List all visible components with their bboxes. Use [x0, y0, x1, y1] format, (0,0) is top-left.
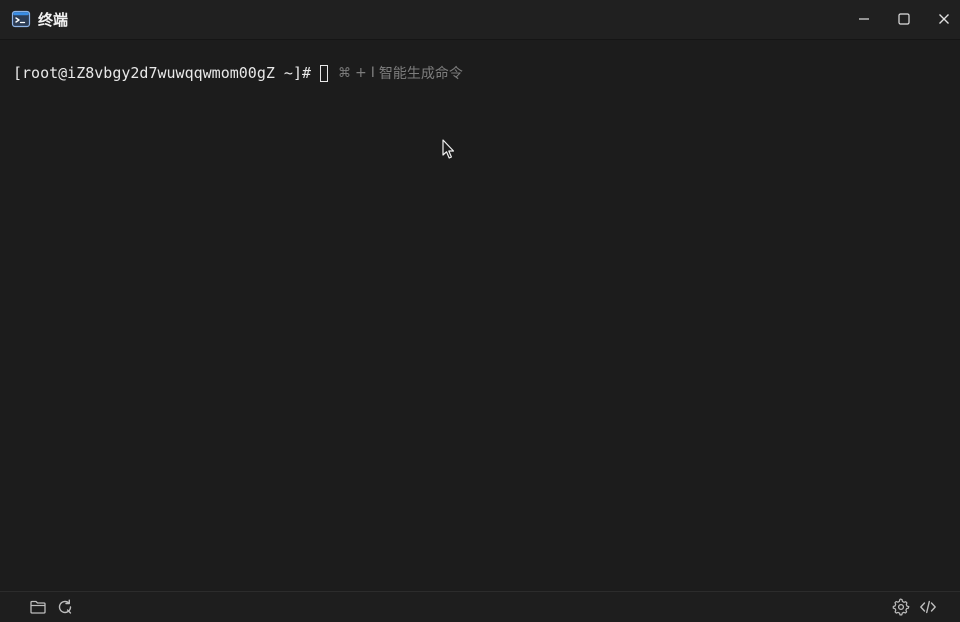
terminal-window: 终端 [root@iZ8vbgy2d7wuwqqwmom00gZ ~]# ⌘ +… — [0, 0, 960, 622]
close-icon — [938, 13, 950, 25]
ai-command-hint: ⌘ + I 智能生成命令 — [338, 63, 463, 83]
refresh-icon[interactable] — [56, 598, 74, 616]
code-icon[interactable] — [919, 598, 937, 616]
close-button[interactable] — [926, 4, 960, 34]
status-bar — [0, 591, 960, 622]
mouse-pointer-icon — [442, 139, 456, 161]
text-cursor — [320, 64, 329, 82]
cmd-key-icon: ⌘ — [338, 65, 352, 81]
title-bar[interactable]: 终端 — [0, 0, 960, 40]
shell-prompt: [root@iZ8vbgy2d7wuwqqwmom00gZ ~]# — [13, 64, 312, 82]
hint-plus: + — [355, 65, 367, 81]
hint-text: 智能生成命令 — [378, 66, 463, 82]
terminal-app-icon — [11, 9, 31, 29]
maximize-button[interactable] — [886, 4, 922, 34]
minimize-icon — [858, 13, 870, 25]
window-title: 终端 — [38, 11, 69, 29]
folder-icon[interactable] — [29, 598, 47, 616]
gear-icon[interactable] — [892, 598, 910, 616]
prompt-line[interactable]: [root@iZ8vbgy2d7wuwqqwmom00gZ ~]# ⌘ + I … — [13, 62, 463, 84]
maximize-icon — [898, 13, 910, 25]
hint-key: I — [370, 65, 375, 81]
terminal-output[interactable]: [root@iZ8vbgy2d7wuwqqwmom00gZ ~]# ⌘ + I … — [0, 41, 960, 591]
minimize-button[interactable] — [846, 4, 882, 34]
